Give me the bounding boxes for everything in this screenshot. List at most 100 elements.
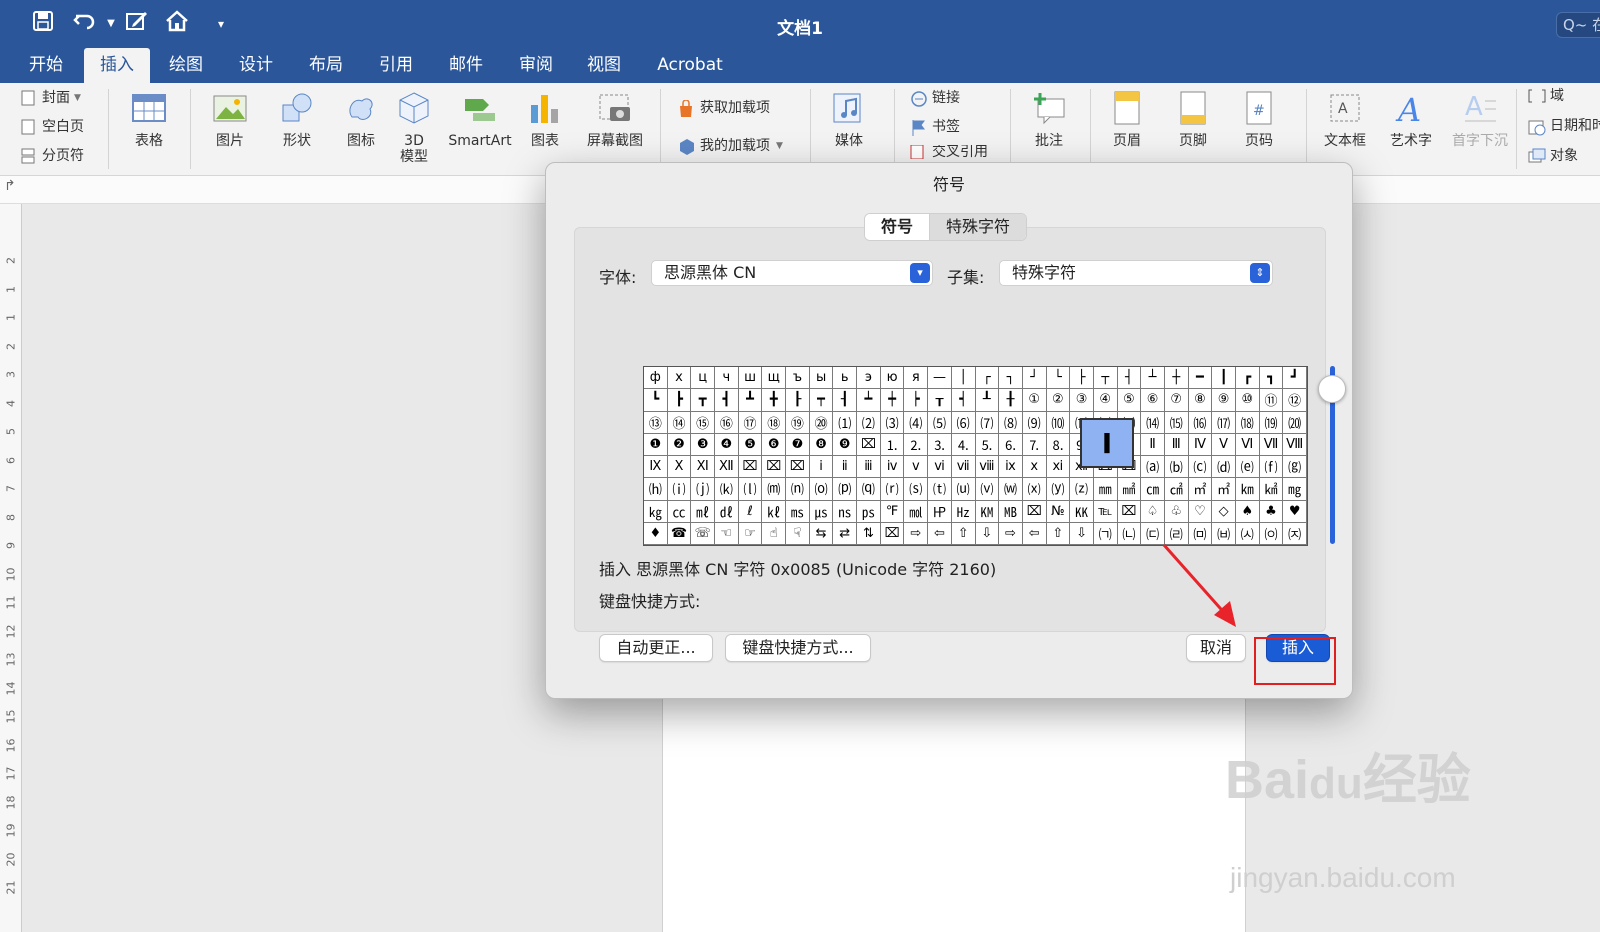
symbol-cell[interactable]: ┃ <box>1212 367 1236 390</box>
subset-select[interactable]: 特殊字符 ⇕ <box>999 260 1273 286</box>
symbol-cell[interactable]: ⑧ <box>1188 389 1213 412</box>
symbol-cell[interactable]: ♠ <box>1235 500 1260 523</box>
symbol-cell[interactable]: ㎖ <box>691 500 716 523</box>
symbol-cell[interactable]: ⒪ <box>809 478 834 501</box>
symbol-cell[interactable]: ⑤ <box>1117 389 1142 412</box>
symbol-cell[interactable]: Ⅱ <box>1141 433 1165 456</box>
symbol-cell[interactable]: ⅶ <box>951 456 976 479</box>
symbol-cell[interactable]: ℡ <box>1093 500 1118 523</box>
symbol-grid[interactable]: ф х ц ч ш щ ъ ы ь э ю я — │ ┌ ┐ ┘ └ ├ ┬ ┤ ┴ ┼ ━ ┃ ┏ ┓ ┛ ┗ ┣ ┳ ┫ ┻ ╋ ┠ ┯ ┨ ┷ ┿ ┝… <box>643 366 1308 546</box>
symbol-cell[interactable]: ⇦ <box>928 522 952 545</box>
symbol-cell[interactable]: ㎲ <box>809 500 834 523</box>
symbol-cell[interactable]: ⌧ <box>786 456 810 479</box>
3d-model-button[interactable]: 3D 模型 <box>394 91 434 165</box>
symbol-cell[interactable]: щ <box>762 367 787 390</box>
symbol-cell[interactable]: ♡ <box>1188 500 1213 523</box>
symbol-cell[interactable]: ㎆ <box>999 500 1023 523</box>
symbol-cell[interactable]: ℉ <box>880 500 905 523</box>
symbol-cell[interactable]: ♧ <box>1164 500 1189 523</box>
cross-reference-button[interactable]: 交叉引用 <box>910 145 988 159</box>
symbol-cell[interactable]: ⒇ <box>1283 411 1307 434</box>
symbol-cell[interactable]: ⒊ <box>928 433 952 456</box>
symbol-cell[interactable]: ⒭ <box>880 478 905 501</box>
symbol-cell[interactable]: ⇧ <box>1046 522 1071 545</box>
symbol-cell[interactable]: ⑰ <box>738 411 763 434</box>
symbol-cell[interactable]: ⒅ <box>1235 411 1260 434</box>
symbol-cell[interactable]: ◇ <box>1212 500 1236 523</box>
symbol-cell[interactable]: ㈀ <box>1093 522 1118 545</box>
symbol-cell[interactable]: ⑹ <box>951 411 976 434</box>
symbol-cell[interactable]: ㎟ <box>1117 478 1142 501</box>
symbol-cell[interactable]: э <box>857 367 881 390</box>
symbol-cell[interactable]: ❹ <box>715 433 739 456</box>
symbol-cell[interactable]: ㎜ <box>1093 478 1118 501</box>
symbol-cell[interactable]: ⒍ <box>999 433 1023 456</box>
comment-button[interactable]: 批注 <box>1024 91 1074 149</box>
symbol-cell[interactable]: ⇨ <box>999 522 1023 545</box>
symbol-cell[interactable]: ㎰ <box>857 500 881 523</box>
symbol-cell[interactable]: ⒤ <box>667 478 692 501</box>
symbol-cell[interactable]: Ⅷ <box>1283 433 1307 456</box>
symbol-cell[interactable]: ❻ <box>762 433 787 456</box>
symbol-cell[interactable]: ㎡ <box>1212 478 1236 501</box>
symbol-cell[interactable]: ⅴ <box>904 456 929 479</box>
symbol-cell[interactable]: ⒧ <box>738 478 763 501</box>
symbol-cell[interactable]: ⑬ <box>644 411 668 434</box>
symbol-cell[interactable]: ⒫ <box>833 478 858 501</box>
symbol-cell[interactable]: ⒌ <box>975 433 1000 456</box>
symbol-cell[interactable]: ❷ <box>667 433 692 456</box>
symbol-cell[interactable]: ☏ <box>691 522 716 545</box>
symbol-cell[interactable]: ⑽ <box>1046 411 1071 434</box>
symbol-cell[interactable]: ㎞ <box>1235 478 1260 501</box>
wordart-button[interactable]: A 艺术字 <box>1384 91 1438 149</box>
symbol-cell[interactable]: ⒯ <box>928 478 952 501</box>
page-number-button[interactable]: # 页码 <box>1234 91 1284 149</box>
tab-design[interactable]: 设计 <box>228 48 284 83</box>
shape-button[interactable]: 形状 <box>272 91 322 149</box>
symbol-cell[interactable]: ⇅ <box>857 522 881 545</box>
symbol-cell[interactable]: ⒋ <box>951 433 976 456</box>
symbol-cell[interactable]: ♤ <box>1141 500 1165 523</box>
symbol-cell[interactable]: ☟ <box>786 522 810 545</box>
symbol-cell[interactable]: ┯ <box>809 389 834 412</box>
symbol-cell[interactable]: ⒢ <box>1283 456 1307 479</box>
symbol-cell[interactable]: Ⅹ <box>667 456 692 479</box>
symbol-cell[interactable]: ⒄ <box>1212 411 1236 434</box>
symbol-cell[interactable]: ┗ <box>644 389 668 412</box>
symbol-cell[interactable]: Ⅳ <box>1188 433 1213 456</box>
symbol-cell[interactable]: ㎐ <box>951 500 976 523</box>
symbol-cell[interactable]: ☜ <box>715 522 739 545</box>
tab-review[interactable]: 审阅 <box>508 48 564 83</box>
symbol-cell[interactable]: ┛ <box>1283 367 1307 390</box>
symbol-cell[interactable]: ℓ <box>738 500 763 523</box>
symbol-cell[interactable]: ⌧ <box>857 433 881 456</box>
header-button[interactable]: 页眉 <box>1102 91 1152 149</box>
tab-symbols[interactable]: 符号 <box>865 214 931 240</box>
symbol-cell[interactable]: ⇧ <box>951 522 976 545</box>
symbol-cell[interactable]: ㎱ <box>833 500 858 523</box>
symbol-cell[interactable]: ⅳ <box>880 456 905 479</box>
chart-button[interactable]: 图表 <box>520 91 570 149</box>
symbol-cell[interactable]: ┨ <box>833 389 858 412</box>
table-button[interactable]: 表格 <box>122 91 176 149</box>
symbol-cell[interactable]: Ⅺ <box>691 456 716 479</box>
symbol-cell[interactable]: ❾ <box>833 433 858 456</box>
tab-special-characters[interactable]: 特殊字符 <box>930 214 1027 240</box>
text-box-button[interactable]: A 文本框 <box>1318 91 1372 149</box>
screenshot-button[interactable]: 屏幕截图 <box>580 91 650 149</box>
date-time-button[interactable]: 日期和时 <box>1528 115 1600 137</box>
symbol-cell[interactable]: ⒥ <box>691 478 716 501</box>
symbol-cell[interactable]: — <box>928 367 952 390</box>
symbol-cell[interactable]: ㎡ <box>1188 478 1213 501</box>
symbol-cell[interactable]: ㎢ <box>1259 478 1284 501</box>
tab-stop-icon[interactable]: ↱ <box>4 178 16 194</box>
symbol-cell[interactable]: ⒜ <box>1141 456 1165 479</box>
symbol-cell[interactable]: ⑫ <box>1283 389 1307 412</box>
symbol-cell[interactable]: ┘ <box>1022 367 1047 390</box>
symbol-cell[interactable]: ☎ <box>667 522 692 545</box>
symbol-cell[interactable]: ㏎ <box>975 500 1000 523</box>
symbol-cell[interactable]: ⌧ <box>880 522 905 545</box>
symbol-cell[interactable]: ⑪ <box>1259 389 1284 412</box>
symbol-cell[interactable]: ☞ <box>738 522 763 545</box>
symbol-cell[interactable]: ⑵ <box>857 411 881 434</box>
